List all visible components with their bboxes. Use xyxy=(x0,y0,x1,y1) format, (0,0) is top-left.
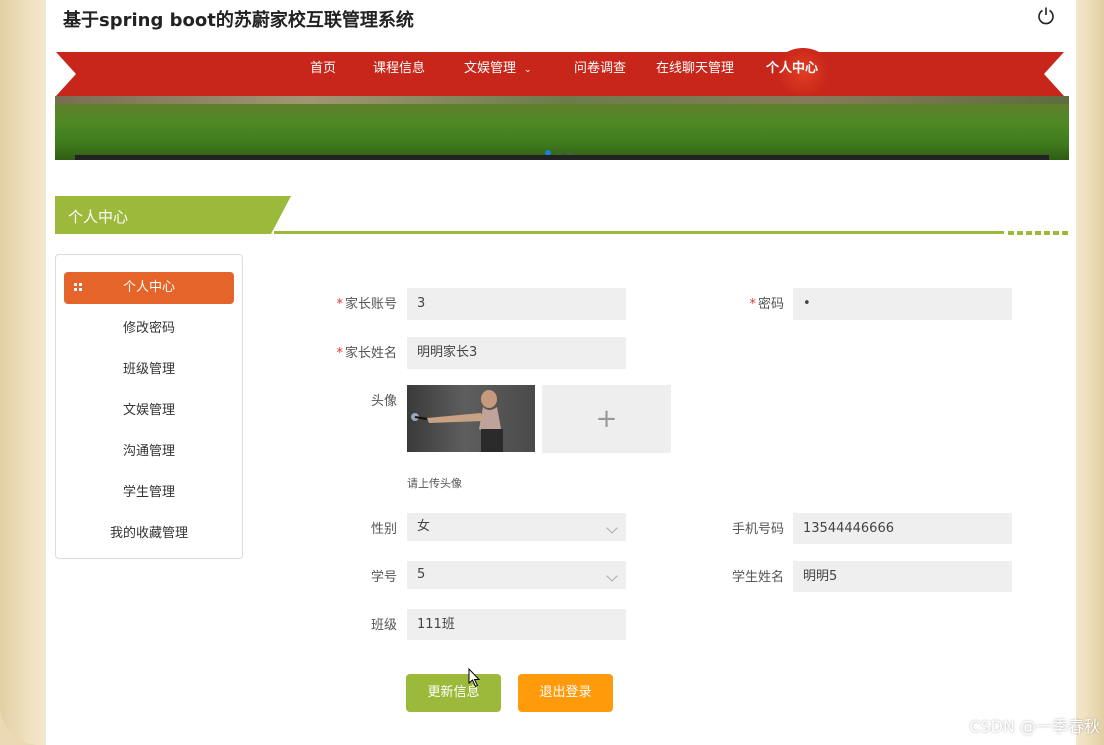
avatar-label: 头像 xyxy=(370,394,397,409)
class-field[interactable]: 111班 xyxy=(407,609,626,640)
nav-item-online-chat[interactable]: 在线聊天管理 xyxy=(656,52,734,96)
phone-label: 手机号码 xyxy=(731,522,784,537)
phone-field[interactable]: 13544446666 xyxy=(793,513,1012,544)
student-no-select-value: 5 xyxy=(417,567,426,582)
update-info-button[interactable]: 更新信息 xyxy=(406,674,501,712)
chevron-down-icon: ⌄ xyxy=(524,65,532,75)
nav-item-survey[interactable]: 问卷调查 xyxy=(574,52,626,96)
chevron-down-icon xyxy=(606,522,618,534)
account-label: * 家长账号 xyxy=(326,293,397,312)
mouse-cursor-icon xyxy=(468,668,481,688)
nav-item-entertainment[interactable]: 文娱管理 ⌄ xyxy=(464,52,532,96)
banner-shadow xyxy=(75,155,1049,160)
nav-item-course-info[interactable]: 课程信息 xyxy=(373,52,425,96)
nav-item-personal-center[interactable]: 个人中心 xyxy=(766,52,818,96)
gender-label: 性别 xyxy=(370,522,397,537)
required-mark: * xyxy=(336,346,343,361)
password-label: * 密码 xyxy=(726,293,784,312)
sidebar-menu: 个人中心 修改密码 班级管理 文娱管理 沟通管理 学生管理 我的收藏管理 xyxy=(55,254,243,559)
student-no-label: 学号 xyxy=(370,570,397,585)
section-header: 个人中心 xyxy=(55,196,291,234)
upload-hint: 请上传头像 xyxy=(407,477,462,490)
avatar-image xyxy=(407,385,535,452)
student-name-field[interactable]: 明明5 xyxy=(793,561,1012,592)
account-field[interactable]: 3 xyxy=(407,288,626,320)
parent-name-label-text: 家长姓名 xyxy=(344,346,397,361)
plus-icon: + xyxy=(595,404,618,434)
paper-background-left xyxy=(0,0,46,745)
account-label-text: 家长账号 xyxy=(344,297,397,312)
section-title: 个人中心 xyxy=(68,208,129,226)
password-field[interactable]: • xyxy=(793,288,1012,320)
grid-icon xyxy=(74,283,82,291)
sidebar-item-personal-center[interactable]: 个人中心 xyxy=(64,272,234,304)
sidebar-item-label: 个人中心 xyxy=(122,280,175,295)
class-label: 班级 xyxy=(370,618,397,633)
parent-name-field[interactable]: 明明家长3 xyxy=(407,337,626,369)
section-divider-dashes xyxy=(1008,231,1068,235)
sidebar-item-favorites-management[interactable]: 我的收藏管理 xyxy=(64,518,234,550)
student-name-label: 学生姓名 xyxy=(731,570,784,585)
banner-image-top xyxy=(55,96,1069,104)
required-mark: * xyxy=(336,297,343,312)
sidebar-item-communication-management[interactable]: 沟通管理 xyxy=(64,436,234,468)
required-mark: * xyxy=(749,297,756,312)
nav-item-home[interactable]: 首页 xyxy=(310,52,336,96)
gender-select[interactable]: 女 xyxy=(407,513,626,541)
page-container: 基于spring boot的苏蔚家校互联管理系统 首页 课程信息 文娱管理 ⌄ 问… xyxy=(46,0,1076,745)
parent-name-label: * 家长姓名 xyxy=(326,342,397,361)
sidebar-item-student-management[interactable]: 学生管理 xyxy=(64,477,234,509)
paper-background-right xyxy=(1074,0,1104,745)
main-nav: 首页 课程信息 文娱管理 ⌄ 问卷调查 在线聊天管理 个人中心 xyxy=(56,48,1064,96)
nav-item-entertainment-label: 文娱管理 xyxy=(464,61,517,76)
logout-button[interactable]: 退出登录 xyxy=(518,674,613,712)
sidebar-item-class-management[interactable]: 班级管理 xyxy=(64,354,234,386)
password-label-text: 密码 xyxy=(757,297,784,312)
chevron-down-icon xyxy=(606,570,618,582)
student-no-select[interactable]: 5 xyxy=(407,561,626,589)
watermark: CSDN @一季春秋 xyxy=(969,717,1100,736)
app-title: 基于spring boot的苏蔚家校互联管理系统 xyxy=(63,10,414,31)
banner-carousel xyxy=(55,96,1069,160)
gender-select-value: 女 xyxy=(417,519,431,534)
sidebar-item-entertainment-management[interactable]: 文娱管理 xyxy=(64,395,234,427)
power-icon[interactable] xyxy=(1036,6,1056,26)
sidebar-item-change-password[interactable]: 修改密码 xyxy=(64,313,234,345)
avatar-upload-button[interactable]: + xyxy=(542,385,671,453)
section-divider xyxy=(274,231,1004,234)
